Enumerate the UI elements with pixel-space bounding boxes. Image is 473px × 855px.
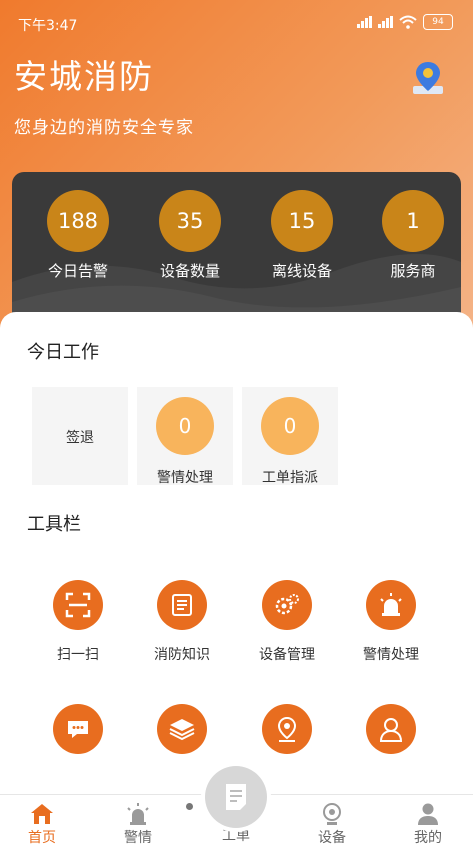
gears-icon [262, 580, 312, 630]
nav-label: 工单 [222, 828, 250, 844]
nav-alarms[interactable]: 警情 [98, 801, 178, 847]
person-icon [388, 801, 468, 827]
nav-label: 首页 [28, 830, 56, 846]
nav-home[interactable]: 首页 [2, 801, 82, 847]
battery-icon: 94 [423, 14, 453, 30]
alarm-icon [98, 801, 178, 827]
stat-label: 离线设备 [271, 262, 332, 280]
tool-layers[interactable] [132, 704, 232, 754]
status-time: 下午3:47 [18, 18, 78, 34]
home-icon [2, 801, 82, 827]
work-label: 工单指派 [262, 470, 318, 486]
stat-label: 今日告警 [47, 262, 108, 280]
stat-label: 服务商 [390, 262, 436, 280]
stat-label: 设备数量 [159, 262, 220, 280]
nav-label: 设备 [318, 830, 346, 846]
nav-work-orders[interactable]: 工单 [196, 825, 276, 845]
work-label: 警情处理 [157, 470, 213, 486]
tool-device-management[interactable]: 设备管理 [237, 580, 337, 664]
tool-label: 消防知识 [154, 647, 210, 663]
user-icon [366, 704, 416, 754]
section-title-today-work: 今日工作 [27, 342, 99, 363]
nav-label: 警情 [124, 830, 152, 846]
map-pin-icon[interactable] [411, 60, 445, 98]
stat-value: 15 [271, 190, 333, 252]
main-card: 今日工作 签退 0 警情处理 0 工单指派 工具栏 扫一扫 消防知识 设备管理 … [0, 312, 473, 794]
stat-service-providers[interactable]: 1 服务商 [373, 190, 453, 281]
stats-card: 188 今日告警 35 设备数量 15 离线设备 1 服务商 [12, 172, 461, 322]
tool-location[interactable] [237, 704, 337, 754]
signal-icon [357, 16, 372, 28]
nav-profile[interactable]: 我的 [388, 801, 468, 847]
pager-dot [186, 803, 193, 810]
work-count: 0 [261, 397, 319, 455]
location-icon [262, 704, 312, 754]
work-count: 0 [156, 397, 214, 455]
camera-icon [292, 801, 372, 827]
nav-label: 我的 [414, 830, 442, 846]
tool-label: 警情处理 [363, 647, 419, 663]
wifi-icon [399, 15, 417, 29]
stat-value: 35 [159, 190, 221, 252]
tool-label: 扫一扫 [57, 647, 99, 663]
status-icons: 94 [357, 14, 453, 30]
tool-alarm-handling[interactable]: 警情处理 [341, 580, 441, 664]
alarm-light-icon [366, 580, 416, 630]
status-bar: 下午3:47 94 [0, 0, 473, 40]
tool-user[interactable] [341, 704, 441, 754]
stat-alarms-today[interactable]: 188 今日告警 [38, 190, 118, 281]
app-subtitle: 您身边的消防安全专家 [14, 118, 194, 138]
workorder-icon [226, 784, 246, 810]
message-icon [53, 704, 103, 754]
tool-scan[interactable]: 扫一扫 [28, 580, 128, 664]
scan-icon [53, 580, 103, 630]
work-label: 签退 [66, 430, 94, 446]
document-icon [157, 580, 207, 630]
alarm-handling-card[interactable]: 0 警情处理 [137, 387, 233, 486]
tool-label: 设备管理 [259, 647, 315, 663]
stat-offline-devices[interactable]: 15 离线设备 [262, 190, 342, 281]
section-title-toolbar: 工具栏 [27, 514, 81, 535]
stat-device-count[interactable]: 35 设备数量 [150, 190, 230, 281]
sign-out-button[interactable]: 签退 [32, 387, 128, 485]
tool-messages[interactable] [28, 704, 128, 754]
nav-devices[interactable]: 设备 [292, 801, 372, 847]
layers-icon [157, 704, 207, 754]
signal-icon [378, 16, 393, 28]
tool-fire-knowledge[interactable]: 消防知识 [132, 580, 232, 664]
app-title: 安城消防 [14, 57, 154, 96]
stat-value: 188 [47, 190, 109, 252]
work-order-assign-card[interactable]: 0 工单指派 [242, 387, 338, 486]
stat-value: 1 [382, 190, 444, 252]
work-order-fab[interactable] [205, 766, 267, 828]
